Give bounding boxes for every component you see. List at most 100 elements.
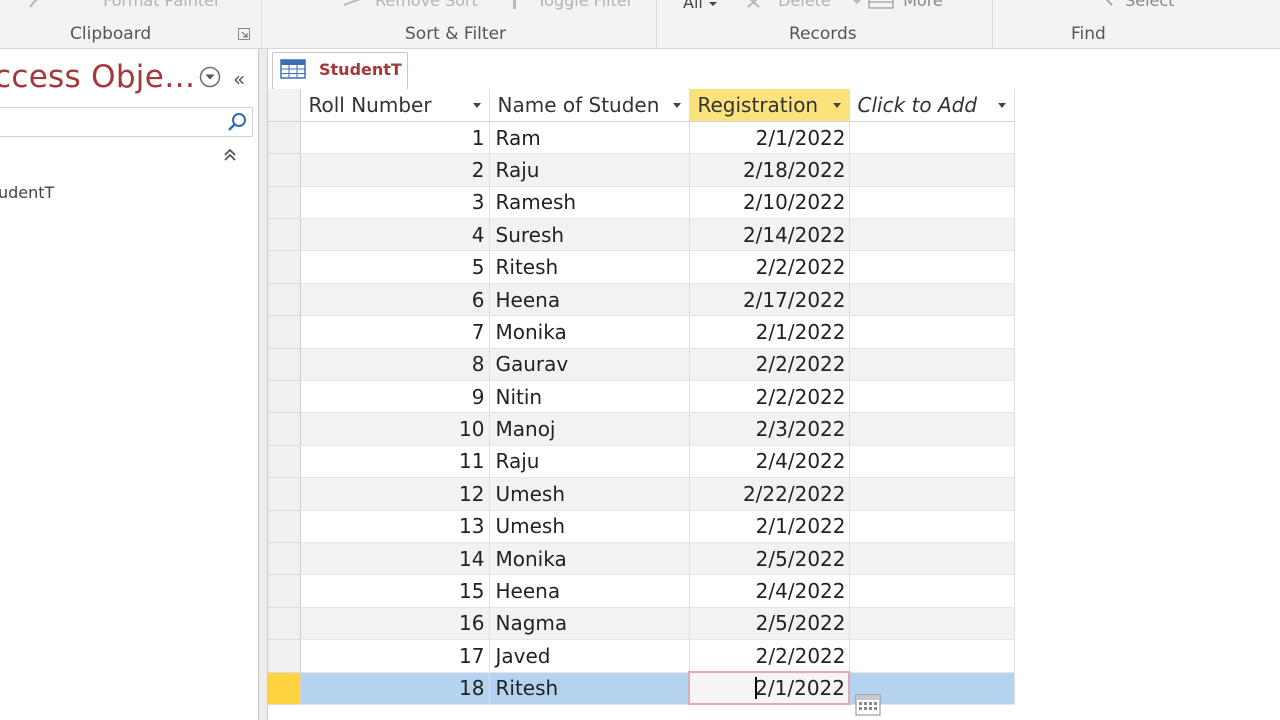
cell-click-to-add[interactable] — [849, 574, 1015, 608]
record-selector[interactable] — [268, 445, 301, 479]
cell-click-to-add[interactable] — [849, 477, 1015, 511]
cell-student-name[interactable]: Ritesh — [489, 250, 690, 284]
cell-registration[interactable]: 2/1/2022 — [688, 671, 850, 706]
cell-roll-number[interactable]: 7 — [300, 315, 490, 349]
cell-registration[interactable]: 2/22/2022 — [689, 477, 850, 511]
column-header-name[interactable]: Name of Studen — [489, 89, 690, 122]
cell-student-name[interactable]: Raju — [489, 153, 690, 187]
cell-roll-number[interactable]: 13 — [300, 510, 490, 543]
cell-student-name[interactable]: Umesh — [489, 510, 690, 543]
table-row[interactable]: 11 Raju 2/4/2022 — [268, 445, 1015, 479]
column-header-registration[interactable]: Registration — [689, 89, 850, 122]
select-all-corner[interactable] — [268, 89, 301, 122]
cell-click-to-add[interactable] — [849, 283, 1015, 317]
cell-registration[interactable]: 2/2/2022 — [689, 250, 850, 284]
cell-student-name[interactable]: Suresh — [489, 218, 690, 252]
record-selector[interactable] — [268, 283, 301, 317]
cell-click-to-add[interactable] — [849, 542, 1015, 576]
cell-roll-number[interactable]: 2 — [300, 153, 490, 187]
table-row[interactable]: 12 Umesh 2/22/2022 — [268, 477, 1015, 511]
record-selector[interactable] — [268, 121, 301, 155]
cell-click-to-add[interactable] — [849, 250, 1015, 284]
cell-roll-number[interactable]: 3 — [300, 186, 490, 220]
cell-click-to-add[interactable] — [849, 380, 1015, 414]
cell-registration[interactable]: 2/1/2022 — [689, 121, 850, 155]
table-row[interactable]: 13 Umesh 2/1/2022 — [268, 510, 1015, 543]
cell-roll-number[interactable]: 10 — [300, 412, 490, 446]
table-row[interactable]: 9 Nitin 2/2/2022 — [268, 380, 1015, 414]
table-row[interactable]: 15 Heena 2/4/2022 — [268, 574, 1015, 608]
cell-click-to-add[interactable] — [849, 218, 1015, 252]
cell-registration[interactable]: 2/17/2022 — [689, 283, 850, 317]
cell-registration[interactable]: 2/2/2022 — [689, 639, 850, 673]
cell-student-name[interactable]: Umesh — [489, 477, 690, 511]
record-selector[interactable] — [268, 477, 301, 511]
cell-registration[interactable]: 2/4/2022 — [689, 574, 850, 608]
table-row[interactable]: 8 Gaurav 2/2/2022 — [268, 348, 1015, 382]
cell-roll-number[interactable]: 4 — [300, 218, 490, 252]
column-header-click-to-add[interactable]: Click to Add — [849, 89, 1015, 122]
record-selector[interactable] — [268, 348, 301, 382]
table-row[interactable]: 16 Nagma 2/5/2022 — [268, 607, 1015, 641]
cell-click-to-add[interactable] — [849, 607, 1015, 641]
cell-roll-number[interactable]: 16 — [300, 607, 490, 641]
cell-registration[interactable]: 2/1/2022 — [689, 315, 850, 349]
record-selector[interactable] — [268, 672, 301, 705]
chevron-down-icon[interactable] — [472, 103, 481, 108]
cell-student-name[interactable]: Ram — [489, 121, 690, 155]
cell-click-to-add[interactable] — [849, 348, 1015, 382]
cell-registration[interactable]: 2/2/2022 — [689, 348, 850, 382]
table-row[interactable]: 5 Ritesh 2/2/2022 — [268, 250, 1015, 284]
cell-roll-number[interactable]: 15 — [300, 574, 490, 608]
cell-student-name[interactable]: Raju — [489, 445, 690, 479]
more-button[interactable]: More — [868, 0, 943, 10]
record-selector[interactable] — [268, 412, 301, 446]
cell-roll-number[interactable]: 8 — [300, 348, 490, 382]
nav-menu-dropdown-icon[interactable] — [199, 66, 221, 88]
select-button[interactable]: Select — [1102, 0, 1174, 10]
nav-pane-title[interactable]: ccess Obje… — [0, 59, 195, 95]
cell-click-to-add[interactable] — [849, 639, 1015, 673]
shutter-bar-close-icon[interactable]: « — [233, 67, 245, 91]
table-row[interactable]: 18 Ritesh 2/1/2022 — [268, 671, 1015, 706]
cell-click-to-add[interactable] — [849, 121, 1015, 155]
cell-click-to-add[interactable] — [849, 445, 1015, 479]
cell-registration[interactable]: 2/3/2022 — [689, 412, 850, 446]
record-selector[interactable] — [268, 510, 301, 543]
record-selector[interactable] — [268, 542, 301, 576]
collapse-group-icon[interactable] — [222, 147, 238, 163]
calendar-icon[interactable] — [855, 694, 881, 716]
cell-student-name[interactable]: Monika — [489, 315, 690, 349]
cell-roll-number[interactable]: 6 — [300, 283, 490, 317]
record-selector[interactable] — [268, 315, 301, 349]
cell-student-name[interactable]: Ramesh — [489, 186, 690, 220]
cell-student-name[interactable]: Manoj — [489, 412, 690, 446]
cell-roll-number[interactable]: 1 — [300, 121, 490, 155]
chevron-down-icon[interactable] — [997, 103, 1006, 108]
cell-registration[interactable]: 2/5/2022 — [689, 542, 850, 576]
table-row[interactable]: 14 Monika 2/5/2022 — [268, 542, 1015, 576]
column-header-roll-number[interactable]: Roll Number — [300, 89, 490, 122]
cell-click-to-add[interactable] — [849, 412, 1015, 446]
tab-studentt[interactable]: StudentT — [272, 52, 408, 89]
table-row[interactable]: 1 Ram 2/1/2022 — [268, 121, 1015, 155]
cell-registration[interactable]: 2/4/2022 — [689, 445, 850, 479]
table-row[interactable]: 17 Javed 2/2/2022 — [268, 639, 1015, 673]
pane-splitter[interactable] — [259, 49, 268, 720]
refresh-all-button[interactable]: All — [683, 0, 718, 12]
chevron-down-icon[interactable] — [832, 103, 841, 108]
record-selector[interactable] — [268, 607, 301, 641]
cell-roll-number[interactable]: 14 — [300, 542, 490, 576]
cell-click-to-add[interactable] — [849, 510, 1015, 543]
nav-item-studentt[interactable]: udentT — [0, 183, 54, 202]
table-row[interactable]: 2 Raju 2/18/2022 — [268, 153, 1015, 187]
table-row[interactable]: 6 Heena 2/17/2022 — [268, 283, 1015, 317]
cell-student-name[interactable]: Monika — [489, 542, 690, 576]
cell-student-name[interactable]: Heena — [489, 283, 690, 317]
cell-registration[interactable]: 2/10/2022 — [689, 186, 850, 220]
record-selector[interactable] — [268, 186, 301, 220]
record-selector[interactable] — [268, 153, 301, 187]
dialog-launcher-icon[interactable] — [238, 28, 250, 40]
cell-registration[interactable]: 2/14/2022 — [689, 218, 850, 252]
cell-student-name[interactable]: Nitin — [489, 380, 690, 414]
